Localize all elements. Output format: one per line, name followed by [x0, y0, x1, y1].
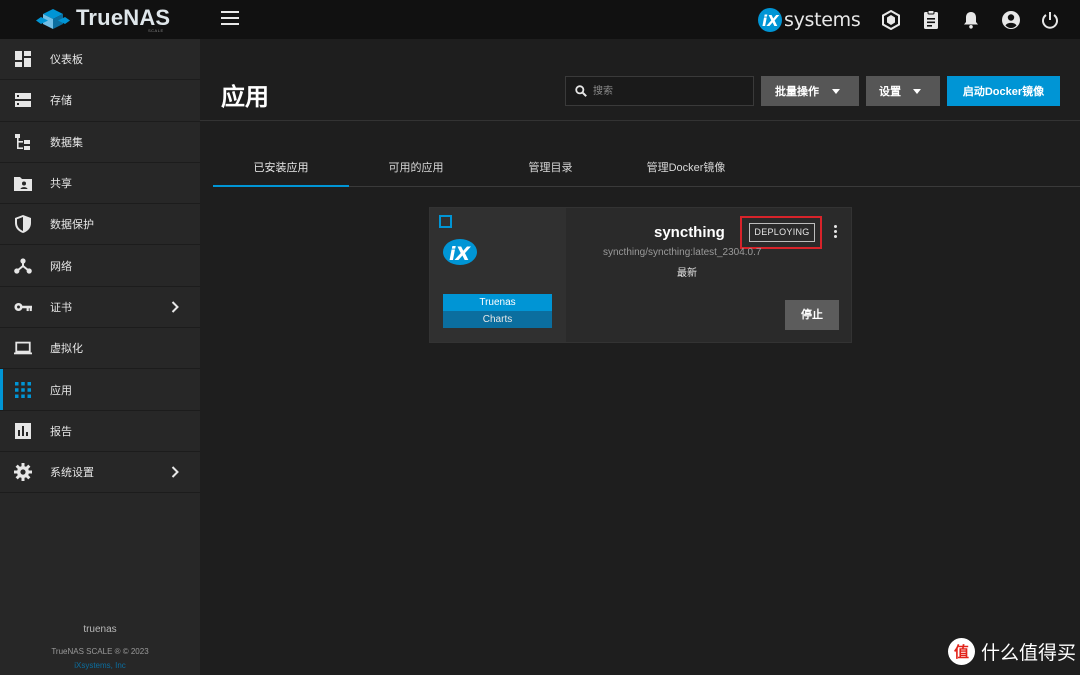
sidebar-item-label: 应用 [50, 384, 72, 397]
stop-button[interactable]: 停止 [785, 300, 839, 330]
svg-text:iX: iX [449, 243, 472, 265]
header-divider [200, 120, 1080, 121]
dashboard-icon [14, 50, 32, 68]
chart-icon [14, 422, 32, 440]
brand-text: systems [784, 9, 861, 31]
account-circle-icon[interactable] [1000, 9, 1022, 31]
bulk-actions-label: 批量操作 [775, 86, 819, 98]
sidebar-item-reporting[interactable]: 报告 [0, 411, 200, 452]
sidebar-item-shares[interactable]: 共享 [0, 163, 200, 205]
apps-grid-icon [14, 381, 32, 399]
logo-subtitle: SCALE [148, 28, 164, 33]
page-title: 应用 [221, 84, 269, 111]
dataset-icon [14, 133, 32, 151]
watermark-logo: 值 什么值得买 [948, 638, 1076, 665]
sidebar-item-data-protection[interactable]: 数据保护 [0, 204, 200, 246]
ixsystems-brand[interactable]: iX systems [757, 6, 861, 34]
hostname-label: truenas [83, 624, 117, 635]
truecommand-icon[interactable] [880, 9, 902, 31]
shield-icon [14, 215, 32, 234]
sidebar-item-label: 系统设置 [50, 467, 94, 480]
app-card-header: iX Truenas Charts [430, 208, 566, 342]
sidebar-item-dashboard[interactable]: 仪表板 [0, 39, 200, 81]
power-icon[interactable] [1039, 9, 1061, 31]
more-options-icon[interactable] [831, 225, 839, 241]
launch-docker-image-button[interactable]: 启动Docker镜像 [947, 76, 1060, 106]
app-card: iX Truenas Charts syncthing DEPLOYING sy… [429, 207, 852, 343]
chevron-right-icon [171, 301, 179, 313]
truenas-logo[interactable]: TrueNAS SCALE [0, 0, 200, 39]
watermark-mark: 值 [948, 638, 975, 665]
key-icon [14, 298, 32, 316]
sidebar-item-label: 数据集 [50, 136, 83, 149]
status-badge: DEPLOYING [749, 223, 815, 242]
sidebar-item-label: 报告 [50, 425, 72, 438]
caret-down-icon [913, 89, 921, 94]
shared-folder-icon [14, 174, 32, 192]
settings-label: 设置 [879, 86, 901, 98]
sidebar-item-apps[interactable]: 应用 [0, 369, 200, 411]
gear-icon [14, 463, 32, 482]
search-icon [575, 85, 587, 97]
sidebar-item-label: 存储 [50, 95, 72, 108]
clipboard-icon[interactable] [920, 9, 942, 31]
catalog-badge-train: Charts [443, 311, 552, 328]
search-input[interactable] [593, 77, 748, 105]
sidebar: 仪表板 存储 数据集 共享 数据保护 网络 证书 虚拟化 应用 报告 系统设置 [0, 39, 200, 675]
sidebar-item-datasets[interactable]: 数据集 [0, 122, 200, 163]
ix-app-logo-icon: iX [443, 239, 477, 265]
sidebar-item-label: 共享 [50, 178, 72, 191]
sidebar-item-network[interactable]: 网络 [0, 245, 200, 287]
svg-text:iX: iX [762, 12, 780, 30]
sidebar-item-label: 虚拟化 [50, 343, 83, 356]
copyright-text: TrueNAS SCALE ® © 2023 [51, 647, 149, 656]
search-box[interactable] [565, 76, 754, 106]
storage-icon [14, 91, 32, 109]
sidebar-item-certificates[interactable]: 证书 [0, 287, 200, 329]
watermark-text: 什么值得买 [981, 642, 1077, 664]
sidebar-item-storage[interactable]: 存储 [0, 80, 200, 122]
tab-manage-docker-images[interactable]: 管理Docker镜像 [618, 158, 754, 186]
tab-manage-catalogs[interactable]: 管理目录 [483, 158, 618, 186]
menu-icon[interactable] [221, 11, 239, 27]
company-link[interactable]: iXsystems, Inc [0, 661, 200, 670]
app-name: syncthing [654, 224, 725, 241]
bell-icon[interactable] [960, 9, 982, 31]
select-checkbox[interactable] [439, 215, 452, 228]
sidebar-item-system-settings[interactable]: 系统设置 [0, 452, 200, 494]
truenas-logo-icon [36, 9, 70, 29]
ix-logo-icon: iX [758, 8, 782, 32]
top-bar: TrueNAS SCALE iX systems [0, 0, 1080, 39]
update-status: 最新 [677, 268, 697, 279]
sidebar-item-label: 数据保护 [50, 219, 94, 232]
catalog-badge: Truenas [443, 294, 552, 311]
bulk-actions-button[interactable]: 批量操作 [761, 76, 859, 106]
sidebar-item-label: 仪表板 [50, 54, 83, 67]
app-image-version: syncthing/syncthing:latest_2304.0.7 [603, 247, 762, 258]
sidebar-item-label: 证书 [50, 301, 72, 314]
chevron-right-icon [171, 466, 179, 478]
laptop-icon [14, 339, 32, 357]
tab-installed-apps[interactable]: 已安装应用 [213, 158, 349, 186]
tab-available-apps[interactable]: 可用的应用 [349, 158, 483, 186]
settings-button[interactable]: 设置 [866, 76, 940, 106]
sidebar-item-label: 网络 [50, 260, 72, 273]
sidebar-item-virtualization[interactable]: 虚拟化 [0, 328, 200, 370]
network-icon [14, 257, 32, 275]
active-tab-indicator [213, 185, 349, 187]
caret-down-icon [832, 89, 840, 94]
